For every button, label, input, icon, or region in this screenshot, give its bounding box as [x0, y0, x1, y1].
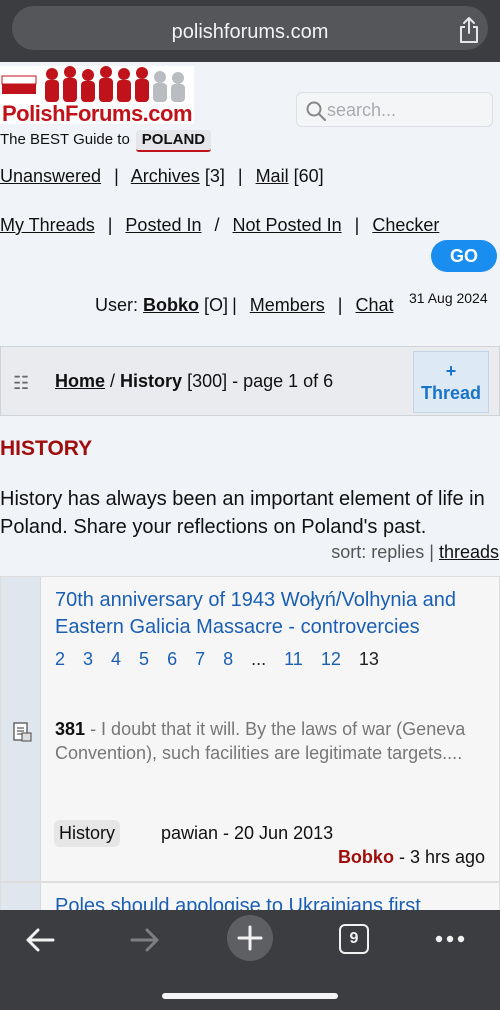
- poland-badge: POLAND: [135, 130, 212, 152]
- page-link[interactable]: 12: [321, 645, 341, 674]
- last-post-user[interactable]: Bobko: [338, 847, 394, 867]
- tabs-icon[interactable]: 9: [339, 924, 369, 954]
- logo-text[interactable]: PolishForums.com: [2, 102, 193, 126]
- breadcrumb-home[interactable]: Home: [55, 371, 105, 391]
- address-bar[interactable]: polishforums.com: [12, 6, 488, 50]
- user-row: User: Bobko [O] | Members | Chat: [95, 295, 394, 315]
- mail-count: [60]: [293, 166, 324, 186]
- page-link[interactable]: 2: [55, 645, 65, 674]
- not-posted-in-link[interactable]: Not Posted In: [233, 215, 342, 235]
- breadcrumb-text: Home / History [300] - page 1 of 6: [55, 371, 334, 391]
- search-icon: [306, 101, 327, 122]
- plus-icon[interactable]: [227, 915, 273, 961]
- search-input[interactable]: search...: [296, 92, 493, 127]
- page-link[interactable]: 8: [223, 645, 233, 674]
- back-arrow-icon[interactable]: [24, 926, 56, 954]
- section-title: HISTORY: [0, 437, 93, 460]
- tagline-text: The BEST Guide to: [0, 131, 130, 148]
- breadcrumb-section: History: [120, 371, 183, 391]
- my-threads-link[interactable]: My Threads: [0, 215, 95, 235]
- archives-link[interactable]: Archives: [131, 166, 200, 186]
- nav-row-2: My Threads | Posted In / Not Posted In |…: [0, 215, 440, 235]
- mail-link[interactable]: Mail: [256, 166, 289, 186]
- current-date: 31 Aug 2024: [409, 290, 488, 306]
- new-thread-button[interactable]: + Thread: [413, 351, 489, 413]
- page-link[interactable]: 7: [195, 645, 205, 674]
- new-thread-label: Thread: [420, 383, 481, 403]
- unanswered-link[interactable]: Unanswered: [0, 166, 101, 186]
- thread-pages: 2 3 4 5 6 7 8... 11 12 13: [55, 645, 455, 674]
- share-icon[interactable]: [456, 15, 482, 45]
- thread-title-link[interactable]: 70th anniversary of 1943 Wołyń/Volhynia …: [55, 587, 495, 641]
- more-icon[interactable]: [434, 934, 466, 944]
- reply-count: 381: [55, 719, 86, 739]
- browser-top-bar: polishforums.com: [0, 0, 500, 62]
- page-link-last[interactable]: 13: [359, 645, 379, 674]
- document-icon: [13, 722, 32, 742]
- posted-in-link[interactable]: Posted In: [125, 215, 201, 235]
- last-post-time: - 3 hrs ago: [398, 847, 485, 867]
- plus-icon: +: [445, 361, 457, 381]
- sort-controls: sort: replies | threads: [331, 542, 499, 563]
- page-link[interactable]: 4: [111, 645, 121, 674]
- page-link[interactable]: 3: [83, 645, 93, 674]
- chat-link[interactable]: Chat: [356, 295, 394, 315]
- category-tag[interactable]: History: [54, 820, 121, 847]
- section-description: History has always been an important ele…: [0, 488, 485, 538]
- go-button[interactable]: GO: [431, 240, 497, 272]
- checker-link[interactable]: Checker: [372, 215, 439, 235]
- search-placeholder: search...: [327, 100, 397, 120]
- user-flag: [O]: [204, 295, 229, 315]
- members-link[interactable]: Members: [250, 295, 325, 315]
- thread-starter: pawian - 20 Jun 2013: [161, 823, 334, 843]
- sort-threads-link[interactable]: threads: [439, 542, 499, 562]
- thread-side-bar: [1, 577, 41, 881]
- thread-snippet[interactable]: 381 - I doubt that it will. By the laws …: [55, 717, 495, 765]
- page-ellipsis: ...: [251, 649, 267, 669]
- breadcrumb: ☷ Home / History [300] - page 1 of 6 + T…: [0, 346, 500, 416]
- username-link[interactable]: Bobko: [143, 295, 199, 315]
- breadcrumb-info: [300] - page 1 of 6: [187, 371, 334, 391]
- home-indicator[interactable]: [162, 993, 338, 999]
- sort-label[interactable]: sort: replies |: [331, 542, 434, 562]
- page-link[interactable]: 11: [284, 645, 303, 674]
- thread-row[interactable]: 70th anniversary of 1943 Wołyń/Volhynia …: [0, 576, 500, 882]
- snippet-text: - I doubt that it will. By the laws of w…: [55, 719, 466, 763]
- nav-row-1: Unanswered | Archives [3] | Mail [60]: [0, 166, 324, 186]
- last-post-info: Bobko - 3 hrs ago: [338, 847, 485, 868]
- forum-icon: ☷: [13, 373, 30, 393]
- url-text[interactable]: polishforums.com: [12, 20, 488, 44]
- forward-arrow-icon[interactable]: [129, 926, 161, 954]
- user-prefix: User:: [95, 295, 139, 315]
- page-link[interactable]: 6: [167, 645, 177, 674]
- page-link[interactable]: 5: [139, 645, 149, 674]
- tagline: The BEST Guide to POLAND: [0, 130, 212, 152]
- archives-count: [3]: [204, 166, 225, 186]
